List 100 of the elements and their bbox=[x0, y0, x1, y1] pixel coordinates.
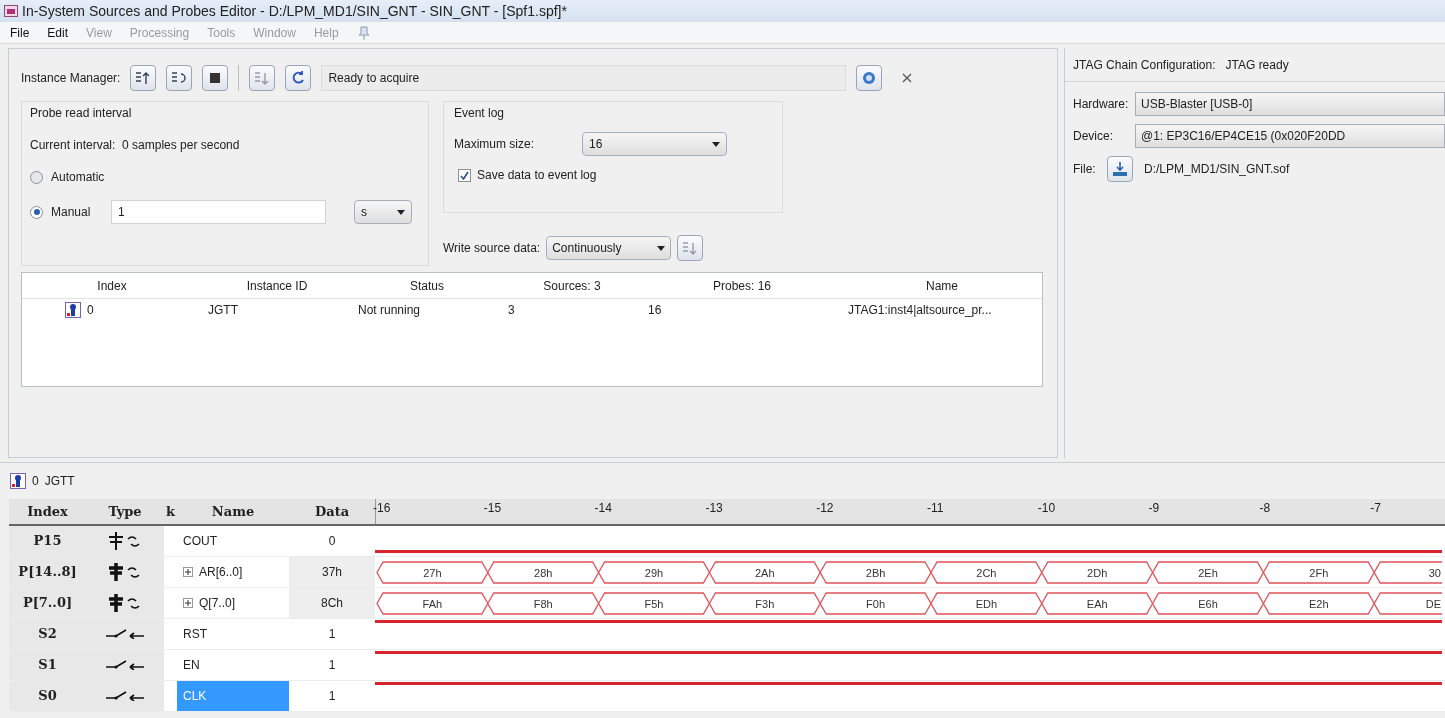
caret-icon bbox=[397, 209, 405, 215]
device-dropdown[interactable]: @1: EP3C16/EP4CE15 (0x020F20DD bbox=[1135, 124, 1445, 148]
max-size-dropdown[interactable]: 16 bbox=[582, 132, 727, 156]
index-cell: S0 bbox=[9, 681, 86, 711]
bus-value: E2h bbox=[1309, 597, 1329, 610]
radio-label: Automatic bbox=[51, 169, 103, 186]
switch-icon bbox=[106, 629, 144, 639]
checkbox-label: Save data to event log bbox=[477, 167, 597, 184]
signal-name: AR[6..0] bbox=[199, 564, 243, 581]
radio-button[interactable] bbox=[30, 170, 43, 184]
bus-value: 30 bbox=[1428, 566, 1441, 579]
bus-value: F3h bbox=[755, 597, 775, 610]
read-once-icon[interactable] bbox=[130, 65, 157, 91]
name-cell[interactable]: Q[7..0] bbox=[177, 588, 289, 618]
expand-icon[interactable] bbox=[183, 598, 193, 608]
close-icon[interactable] bbox=[902, 73, 913, 83]
column-header[interactable]: Instance ID bbox=[202, 276, 352, 295]
continuous-read-icon[interactable] bbox=[166, 65, 193, 91]
bus-value: 2Fh bbox=[1309, 566, 1329, 579]
tick-label: -15 bbox=[483, 500, 502, 517]
bus-value: 2Ah bbox=[755, 566, 775, 579]
column-header[interactable]: Probes: 16 bbox=[642, 276, 842, 295]
column-header[interactable]: k bbox=[164, 501, 177, 522]
column-header[interactable]: Index bbox=[9, 501, 86, 522]
file-path: D:/LPM_MD1/SIN_GNT.sof bbox=[1143, 161, 1291, 178]
bus-value: E6h bbox=[1198, 597, 1218, 610]
group-title: Probe read interval bbox=[30, 105, 133, 122]
bus-value: 2Bh bbox=[865, 566, 886, 579]
column-header[interactable]: Name bbox=[842, 276, 1042, 295]
data-cell: 1 bbox=[289, 650, 375, 680]
signal-name: EN bbox=[183, 657, 200, 674]
index-cell: P[14..8] bbox=[9, 557, 86, 587]
tick-label: -8 bbox=[1259, 500, 1271, 517]
checkbox[interactable] bbox=[458, 168, 471, 182]
tick-label: -14 bbox=[594, 500, 612, 517]
refresh-icon[interactable] bbox=[285, 65, 312, 91]
bus-value: 2Eh bbox=[1198, 566, 1218, 579]
instance-index: 0 bbox=[32, 473, 39, 490]
help-icon[interactable] bbox=[856, 65, 883, 91]
column-header[interactable]: Status bbox=[352, 276, 502, 295]
signal-name: COUT bbox=[183, 533, 217, 550]
tick-label: -13 bbox=[705, 500, 723, 517]
tick-label: -9 bbox=[1148, 500, 1160, 517]
write-mode-dropdown[interactable]: Continuously bbox=[546, 236, 672, 260]
name-cell[interactable]: AR[6..0] bbox=[177, 557, 289, 587]
column-header[interactable]: Index bbox=[22, 276, 202, 295]
probe-icon bbox=[107, 562, 143, 582]
table-cell-text: JGTT bbox=[207, 302, 239, 319]
instance-icon bbox=[65, 302, 81, 318]
jtag-title: JTAG Chain Configuration: bbox=[1073, 56, 1216, 74]
table-cell-text: Not running bbox=[357, 302, 422, 319]
write-source-label: Write source data: bbox=[443, 240, 541, 257]
name-cell[interactable]: RST bbox=[177, 619, 289, 649]
max-size-label: Maximum size: bbox=[454, 136, 534, 153]
column-header[interactable]: Sources: 3 bbox=[502, 276, 642, 295]
column-header[interactable]: Type bbox=[86, 501, 164, 522]
signal-name: RST bbox=[183, 626, 207, 643]
interval-input[interactable]: 1 bbox=[111, 200, 326, 224]
bus-value: 2Dh bbox=[1087, 566, 1108, 579]
window-title: In-System Sources and Probes Editor - D:/LPM_MD1/SIN_GNT - SIN_GNT - [Spf1.spf]* bbox=[22, 1, 567, 21]
unit-dropdown[interactable]: s bbox=[354, 200, 412, 224]
bus-value: 29h bbox=[644, 566, 664, 579]
bus-value: FAh bbox=[422, 597, 443, 610]
bus-value: 27h bbox=[423, 566, 442, 579]
bus-value: 2Ch bbox=[976, 566, 997, 579]
table-cell-text: 16 bbox=[647, 302, 663, 319]
name-cell[interactable]: COUT bbox=[177, 526, 289, 556]
bus-value: F0h bbox=[866, 597, 886, 610]
blank-cell bbox=[164, 650, 177, 680]
menu-item[interactable]: Edit bbox=[47, 23, 69, 42]
expand-icon[interactable] bbox=[183, 567, 193, 577]
table-cell-text: 3 bbox=[507, 302, 516, 319]
probe-icon bbox=[107, 531, 143, 551]
hardware-dropdown[interactable]: USB-Blaster [USB-0] bbox=[1135, 92, 1445, 116]
signal-name: CLK bbox=[183, 688, 207, 705]
column-header[interactable]: Name bbox=[177, 501, 289, 522]
instance-manager-label: Instance Manager: bbox=[21, 70, 121, 87]
current-interval-text: Current interval: 0 samples per second bbox=[30, 137, 241, 154]
switch-icon bbox=[106, 660, 144, 670]
index-cell: S1 bbox=[9, 650, 86, 680]
menu-item[interactable]: File bbox=[10, 23, 30, 42]
bus-value: 28h bbox=[534, 566, 553, 579]
stop-icon[interactable] bbox=[202, 65, 229, 91]
download-icon[interactable] bbox=[1107, 156, 1133, 182]
radio-button[interactable] bbox=[30, 205, 43, 219]
group-title: Event log bbox=[454, 105, 506, 122]
bus-value: F5h bbox=[644, 597, 664, 610]
tick-label: -7 bbox=[1370, 500, 1381, 517]
bus-value: EDh bbox=[975, 597, 998, 610]
column-header[interactable]: Data bbox=[289, 501, 375, 522]
radio-label: Manual bbox=[51, 204, 92, 221]
data-cell: 1 bbox=[289, 681, 375, 711]
blank-cell bbox=[164, 681, 177, 711]
name-cell[interactable]: EN bbox=[177, 650, 289, 680]
caret-icon bbox=[657, 245, 666, 251]
bus-value: F8h bbox=[533, 597, 553, 610]
status-field: Ready to acquire bbox=[321, 65, 847, 91]
data-cell: 0 bbox=[289, 526, 375, 556]
probe-icon bbox=[107, 593, 143, 613]
jtag-status: JTAG ready bbox=[1225, 56, 1289, 74]
